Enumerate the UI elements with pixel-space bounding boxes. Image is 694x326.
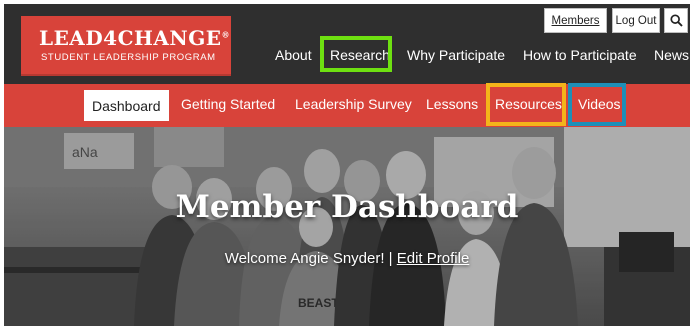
page: LEAD4CHANGE® STUDENT LEADERSHIP PROGRAM …: [0, 0, 694, 326]
tab-getting-started[interactable]: Getting Started: [181, 96, 275, 112]
logo[interactable]: LEAD4CHANGE® STUDENT LEADERSHIP PROGRAM: [21, 16, 231, 76]
welcome-line: Welcome Angie Snyder! | Edit Profile: [4, 250, 690, 267]
search-icon: [669, 14, 683, 27]
welcome-text: Welcome Angie Snyder! |: [224, 250, 397, 267]
nav-why-participate[interactable]: Why Participate: [407, 47, 505, 63]
members-button[interactable]: Members: [544, 8, 607, 33]
logo-subtitle: STUDENT LEADERSHIP PROGRAM: [41, 52, 216, 63]
tab-dashboard[interactable]: Dashboard: [84, 90, 169, 121]
logout-button[interactable]: Log Out: [612, 8, 660, 33]
hero-banner: aNa BEAST SQUAD: [4, 127, 690, 326]
nav-news[interactable]: News: [654, 47, 689, 63]
logo-title: LEAD4CHANGE®: [39, 26, 231, 50]
tab-lessons[interactable]: Lessons: [426, 96, 478, 112]
highlight-box-resources: [486, 83, 566, 126]
search-button[interactable]: [664, 8, 688, 33]
hero-title: Member Dashboard: [175, 189, 519, 225]
highlight-box-videos: [568, 83, 626, 126]
tab-leadership-survey[interactable]: Leadership Survey: [295, 96, 412, 112]
highlight-box-research: [320, 36, 392, 72]
edit-profile-link[interactable]: Edit Profile: [397, 250, 470, 267]
nav-how-to-participate[interactable]: How to Participate: [523, 47, 637, 63]
nav-about[interactable]: About: [275, 47, 312, 63]
hero-photo: aNa BEAST SQUAD: [4, 127, 690, 326]
